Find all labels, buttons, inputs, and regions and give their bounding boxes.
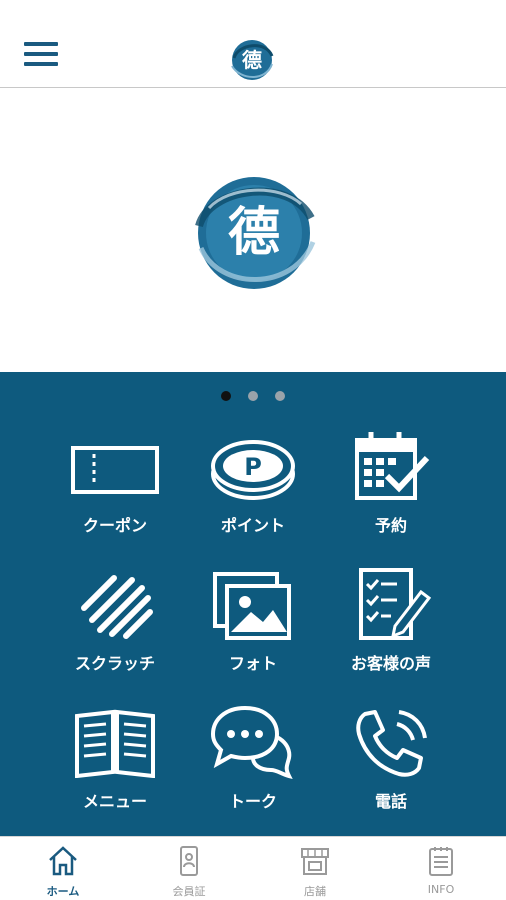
home-icon xyxy=(49,846,77,876)
menu-item-label: 予約 xyxy=(374,516,407,535)
info-icon xyxy=(429,847,453,876)
tab-label: 店舗 xyxy=(304,885,326,898)
tab-label: ホーム xyxy=(46,885,80,898)
tab-info[interactable]: INFO xyxy=(378,837,504,900)
menu-item-label: お客様の声 xyxy=(350,654,431,673)
tab-label: 会員証 xyxy=(172,885,206,898)
menu-item-label: トーク xyxy=(228,792,277,811)
header-logo-text: 德 xyxy=(242,48,262,72)
menu-item-menu[interactable]: メニュー xyxy=(40,704,190,824)
tab-store[interactable]: 店舗 xyxy=(252,837,378,900)
brand-logo-text: 德 xyxy=(228,202,280,263)
menu-item-coupon[interactable]: クーポン xyxy=(40,428,190,548)
app-header: 德 xyxy=(0,0,506,88)
carousel-dots xyxy=(0,386,506,401)
menu-item-label: クーポン xyxy=(82,516,147,535)
menu-item-label: 電話 xyxy=(374,792,407,811)
scratch-icon xyxy=(81,575,153,639)
customer-voice-icon xyxy=(359,568,431,640)
member-card-icon xyxy=(180,846,198,876)
header-logo[interactable]: 德 xyxy=(228,36,276,84)
menu-item-label: スクラッチ xyxy=(74,654,155,673)
menu-item-label: フォト xyxy=(228,654,277,673)
menu-item-scratch[interactable]: スクラッチ xyxy=(40,566,190,686)
menu-item-customer-voice[interactable]: お客様の声 xyxy=(316,566,466,686)
menu-item-point[interactable]: P ポイント xyxy=(178,428,328,548)
menu-item-talk[interactable]: トーク xyxy=(178,704,328,824)
carousel-dot-3[interactable] xyxy=(275,391,286,401)
point-icon: P xyxy=(211,440,295,500)
tab-member-card[interactable]: 会員証 xyxy=(126,837,252,900)
menu-item-label: メニュー xyxy=(82,792,147,811)
reservation-icon xyxy=(355,432,430,500)
carousel-dot-1[interactable] xyxy=(220,391,231,401)
menu-item-phone[interactable]: 電話 xyxy=(316,704,466,824)
photo-icon xyxy=(213,572,291,640)
tab-label: INFO xyxy=(427,883,455,896)
menu-item-reservation[interactable]: 予約 xyxy=(316,428,466,548)
talk-icon xyxy=(211,705,293,779)
svg-text:P: P xyxy=(244,453,262,481)
menu-book-icon xyxy=(75,709,155,778)
store-icon xyxy=(301,848,329,875)
menu-item-label: ポイント xyxy=(220,516,285,535)
phone-icon xyxy=(356,710,427,777)
tab-home[interactable]: ホーム xyxy=(0,837,126,900)
hamburger-icon[interactable] xyxy=(24,42,58,68)
menu-item-photo[interactable]: フォト xyxy=(178,566,328,686)
carousel-dot-2[interactable] xyxy=(248,391,258,401)
brand-logo: 德 xyxy=(195,177,316,289)
menu-grid-panel: クーポン P ポイント 予約 スクラッチ フォト お客様の声 メニュー トーク … xyxy=(0,372,506,836)
coupon-icon xyxy=(71,446,159,494)
bottom-tab-bar: ホーム 会員証 店舗 INFO xyxy=(0,836,506,900)
hero-banner[interactable]: 德 xyxy=(0,89,506,372)
